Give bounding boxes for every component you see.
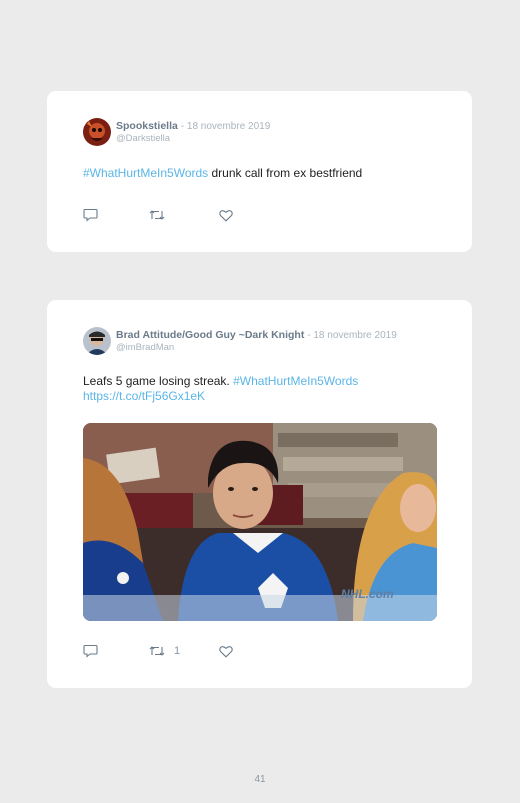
tweet-text: Leafs 5 game losing streak. #WhatHurtMeI… <box>83 374 443 404</box>
tweet-date: - 18 novembre 2019 <box>307 330 397 341</box>
tweet-body: drunk call from ex bestfriend <box>208 166 363 180</box>
tweet-body: Leafs 5 game losing streak. <box>83 374 234 388</box>
tweet-actions: 1 <box>83 644 283 658</box>
reply-icon <box>83 208 98 222</box>
tweet-actions <box>83 208 283 222</box>
retweet-icon <box>149 646 165 656</box>
tweet-media-image[interactable]: NHL.com <box>83 423 437 621</box>
hashtag-link[interactable]: #WhatHurtMeIn5Words <box>83 166 208 180</box>
tweet-header: Spookstiella - 18 novembre 2019 @Darksti… <box>83 118 443 148</box>
like-button[interactable] <box>219 644 233 658</box>
media-watermark: NHL.com <box>341 587 394 601</box>
author-handle[interactable]: @Darkstiella <box>116 133 170 144</box>
like-icon <box>219 645 233 658</box>
tweet-card: Brad Attitude/Good Guy ~Dark Knight - 18… <box>47 300 472 688</box>
retweet-icon <box>149 210 165 220</box>
page-number: 41 <box>254 774 266 785</box>
tweet-text: #WhatHurtMeIn5Words drunk call from ex b… <box>83 166 443 181</box>
author-name[interactable]: Brad Attitude/Good Guy ~Dark Knight <box>116 329 304 341</box>
like-button[interactable] <box>219 208 233 222</box>
hashtag-link[interactable]: #WhatHurtMeIn5Words <box>233 374 358 388</box>
like-icon <box>219 209 233 222</box>
tweet-link[interactable]: https://t.co/tFj56Gx1eK <box>83 389 443 404</box>
retweet-button[interactable] <box>149 208 174 222</box>
retweet-button[interactable]: 1 <box>149 644 180 658</box>
reply-button[interactable] <box>83 208 98 222</box>
tweet-date: - 18 novembre 2019 <box>180 121 271 132</box>
avatar[interactable] <box>83 327 111 355</box>
tweet-header: Brad Attitude/Good Guy ~Dark Knight - 18… <box>83 327 443 357</box>
author-name[interactable]: Spookstiella <box>116 120 178 132</box>
tweet-card: Spookstiella - 18 novembre 2019 @Darksti… <box>47 91 472 252</box>
reply-icon <box>83 644 98 658</box>
retweet-count: 1 <box>174 645 181 657</box>
reply-button[interactable] <box>83 644 98 658</box>
author-handle[interactable]: @imBradMan <box>116 342 174 353</box>
avatar[interactable] <box>83 118 111 146</box>
